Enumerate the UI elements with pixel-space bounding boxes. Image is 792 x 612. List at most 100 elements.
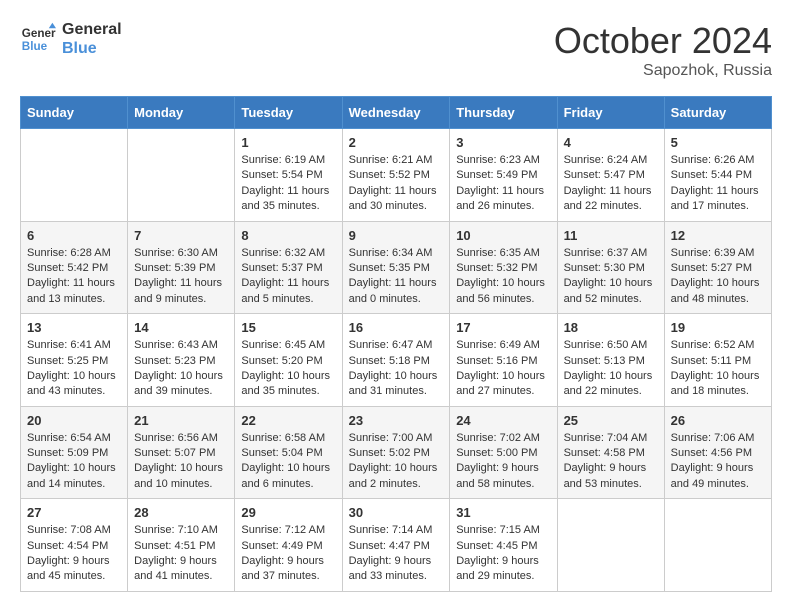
day-number: 18 [564,320,658,335]
col-header-sunday: Sunday [21,97,128,129]
day-cell: 19Sunrise: 6:52 AMSunset: 5:11 PMDayligh… [664,314,771,407]
week-row-3: 13 Sunrise: 6:41 AMSunset: 5:25 PMDayligh… [21,314,772,407]
day-number: 4 [564,135,658,150]
day-info: Sunrise: 7:10 AMSunset: 4:51 PMDaylight:… [134,523,228,585]
day-cell: 3Sunrise: 6:23 AMSunset: 5:49 PMDaylight… [450,129,557,222]
day-number: 13 [27,320,121,335]
day-cell: 20 Sunrise: 6:54 AMSunset: 5:09 PMDayligh… [21,406,128,499]
day-number: 1 [241,135,335,150]
day-info: Sunrise: 7:00 AMSunset: 5:02 PMDaylight:… [349,431,444,493]
day-info: Sunrise: 6:50 AMSunset: 5:13 PMDaylight:… [564,338,658,400]
day-cell [21,129,128,222]
day-cell: 14 Sunrise: 6:43 AMSunset: 5:23 PMDayligh… [128,314,235,407]
day-info: Sunrise: 6:58 AMSunset: 5:04 PMDaylight:… [241,431,335,493]
svg-text:General: General [22,27,56,40]
day-info: Sunrise: 6:32 AMSunset: 5:37 PMDaylight:… [241,246,335,308]
day-info: Sunrise: 7:15 AMSunset: 4:45 PMDaylight:… [456,523,550,585]
logo-icon: General Blue [20,21,56,57]
day-info: Sunrise: 6:39 AMSunset: 5:27 PMDaylight:… [671,246,765,308]
day-cell: 17Sunrise: 6:49 AMSunset: 5:16 PMDayligh… [450,314,557,407]
day-info: Sunrise: 6:47 AMSunset: 5:18 PMDaylight:… [349,338,444,400]
week-row-1: 1 Sunrise: 6:19 AMSunset: 5:54 PMDaylight… [21,129,772,222]
day-info: Sunrise: 6:54 AMSunset: 5:09 PMDaylight:… [27,431,121,493]
day-cell: 13 Sunrise: 6:41 AMSunset: 5:25 PMDayligh… [21,314,128,407]
day-info: Sunrise: 6:43 AMSunset: 5:23 PMDaylight:… [134,338,228,400]
day-cell: 10Sunrise: 6:35 AMSunset: 5:32 PMDayligh… [450,221,557,314]
month-title: October 2024 [554,20,772,62]
day-number: 8 [241,228,335,243]
location-title: Sapozhok, Russia [554,62,772,80]
week-row-4: 20 Sunrise: 6:54 AMSunset: 5:09 PMDayligh… [21,406,772,499]
day-info: Sunrise: 6:28 AMSunset: 5:42 PMDaylight:… [27,246,121,308]
day-cell: 28Sunrise: 7:10 AMSunset: 4:51 PMDayligh… [128,499,235,592]
col-header-friday: Friday [557,97,664,129]
day-number: 26 [671,413,765,428]
day-number: 11 [564,228,658,243]
day-info: Sunrise: 6:24 AMSunset: 5:47 PMDaylight:… [564,153,658,215]
logo: General Blue General Blue [20,20,122,58]
day-number: 30 [349,505,444,520]
day-number: 12 [671,228,765,243]
day-number: 22 [241,413,335,428]
calendar-table: SundayMondayTuesdayWednesdayThursdayFrid… [20,96,772,592]
day-cell: 15 Sunrise: 6:45 AMSunset: 5:20 PMDayligh… [235,314,342,407]
day-cell: 2 Sunrise: 6:21 AMSunset: 5:52 PMDaylight… [342,129,450,222]
day-cell: 21 Sunrise: 6:56 AMSunset: 5:07 PMDayligh… [128,406,235,499]
day-info: Sunrise: 6:45 AMSunset: 5:20 PMDaylight:… [241,338,335,400]
day-number: 27 [27,505,121,520]
logo-text: General Blue [62,20,122,58]
day-info: Sunrise: 6:52 AMSunset: 5:11 PMDaylight:… [671,338,765,400]
day-number: 6 [27,228,121,243]
svg-text:Blue: Blue [22,40,48,53]
day-info: Sunrise: 6:34 AMSunset: 5:35 PMDaylight:… [349,246,444,308]
col-header-tuesday: Tuesday [235,97,342,129]
day-cell: 29 Sunrise: 7:12 AMSunset: 4:49 PMDayligh… [235,499,342,592]
week-row-2: 6 Sunrise: 6:28 AMSunset: 5:42 PMDaylight… [21,221,772,314]
day-number: 20 [27,413,121,428]
day-cell: 9 Sunrise: 6:34 AMSunset: 5:35 PMDaylight… [342,221,450,314]
day-number: 14 [134,320,228,335]
day-cell: 31Sunrise: 7:15 AMSunset: 4:45 PMDayligh… [450,499,557,592]
day-cell: 24Sunrise: 7:02 AMSunset: 5:00 PMDayligh… [450,406,557,499]
day-info: Sunrise: 6:49 AMSunset: 5:16 PMDaylight:… [456,338,550,400]
day-info: Sunrise: 6:56 AMSunset: 5:07 PMDaylight:… [134,431,228,493]
week-row-5: 27 Sunrise: 7:08 AMSunset: 4:54 PMDayligh… [21,499,772,592]
day-cell: 30 Sunrise: 7:14 AMSunset: 4:47 PMDayligh… [342,499,450,592]
day-number: 23 [349,413,444,428]
day-info: Sunrise: 6:21 AMSunset: 5:52 PMDaylight:… [349,153,444,215]
day-info: Sunrise: 7:12 AMSunset: 4:49 PMDaylight:… [241,523,335,585]
day-number: 5 [671,135,765,150]
day-cell: 6 Sunrise: 6:28 AMSunset: 5:42 PMDaylight… [21,221,128,314]
day-number: 7 [134,228,228,243]
day-number: 24 [456,413,550,428]
day-cell: 1 Sunrise: 6:19 AMSunset: 5:54 PMDaylight… [235,129,342,222]
day-cell: 16Sunrise: 6:47 AMSunset: 5:18 PMDayligh… [342,314,450,407]
day-info: Sunrise: 7:14 AMSunset: 4:47 PMDaylight:… [349,523,444,585]
day-number: 25 [564,413,658,428]
day-number: 15 [241,320,335,335]
day-cell: 11 Sunrise: 6:37 AMSunset: 5:30 PMDayligh… [557,221,664,314]
day-info: Sunrise: 6:35 AMSunset: 5:32 PMDaylight:… [456,246,550,308]
day-info: Sunrise: 6:30 AMSunset: 5:39 PMDaylight:… [134,246,228,308]
day-info: Sunrise: 6:37 AMSunset: 5:30 PMDaylight:… [564,246,658,308]
day-number: 21 [134,413,228,428]
day-info: Sunrise: 6:19 AMSunset: 5:54 PMDaylight:… [241,153,335,215]
col-header-wednesday: Wednesday [342,97,450,129]
day-cell [557,499,664,592]
day-info: Sunrise: 6:23 AMSunset: 5:49 PMDaylight:… [456,153,550,215]
day-cell: 23 Sunrise: 7:00 AMSunset: 5:02 PMDayligh… [342,406,450,499]
day-number: 2 [349,135,444,150]
day-cell: 25 Sunrise: 7:04 AMSunset: 4:58 PMDayligh… [557,406,664,499]
day-number: 9 [349,228,444,243]
day-cell: 18 Sunrise: 6:50 AMSunset: 5:13 PMDayligh… [557,314,664,407]
page-header: General Blue General Blue October 2024 S… [20,20,772,80]
day-info: Sunrise: 7:04 AMSunset: 4:58 PMDaylight:… [564,431,658,493]
day-info: Sunrise: 7:08 AMSunset: 4:54 PMDaylight:… [27,523,121,585]
day-info: Sunrise: 6:41 AMSunset: 5:25 PMDaylight:… [27,338,121,400]
day-info: Sunrise: 7:06 AMSunset: 4:56 PMDaylight:… [671,431,765,493]
col-header-thursday: Thursday [450,97,557,129]
title-block: October 2024 Sapozhok, Russia [554,20,772,80]
day-info: Sunrise: 6:26 AMSunset: 5:44 PMDaylight:… [671,153,765,215]
day-cell: 26 Sunrise: 7:06 AMSunset: 4:56 PMDayligh… [664,406,771,499]
day-number: 29 [241,505,335,520]
